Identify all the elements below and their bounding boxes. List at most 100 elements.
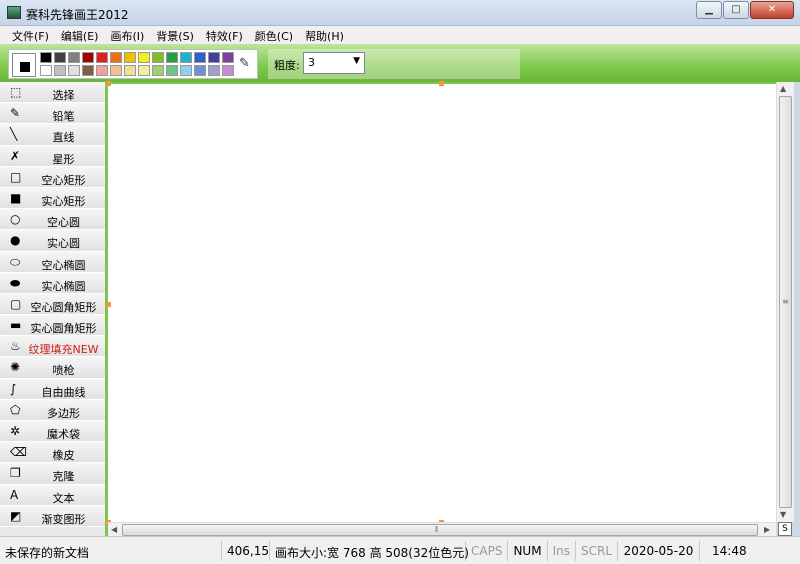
tool-label: 铅笔 xyxy=(52,110,75,124)
status-ins: Ins xyxy=(548,540,576,561)
color-swatch[interactable] xyxy=(110,65,122,76)
color-swatch[interactable] xyxy=(40,65,52,76)
color-swatch[interactable] xyxy=(222,65,234,76)
color-swatch[interactable] xyxy=(110,52,122,63)
tool-magic-bag[interactable]: ✲ 魔术袋 xyxy=(0,421,105,443)
color-swatch[interactable] xyxy=(152,52,164,63)
vertical-scrollbar[interactable]: ▲ ≡ ▼ xyxy=(776,82,794,522)
tool-pencil[interactable]: ✎ 铅笔 xyxy=(0,103,105,125)
tool-free-curve[interactable]: ∫ 自由曲线 xyxy=(0,378,105,400)
tool-spray[interactable]: ✺ 喷枪 xyxy=(0,357,105,379)
color-swatch[interactable] xyxy=(82,52,94,63)
color-swatch[interactable] xyxy=(180,65,192,76)
status-num: NUM xyxy=(508,540,548,561)
color-swatch[interactable] xyxy=(54,52,66,63)
close-button[interactable]: ✕ xyxy=(750,1,794,19)
tool-star[interactable]: ✗ 星形 xyxy=(0,145,105,167)
menu-bar: 文件(F) 编辑(E) 画布(I) 背景(S) 特效(F) 颜色(C) 帮助(H… xyxy=(0,26,800,44)
color-swatch[interactable] xyxy=(180,52,192,63)
tool-label: 直线 xyxy=(52,131,75,145)
thickness-label: 粗度: xyxy=(274,59,300,72)
tool-label: 空心椭圆 xyxy=(41,258,86,272)
tool-label: 魔术袋 xyxy=(47,428,80,441)
color-swatch[interactable] xyxy=(166,52,178,63)
color-swatch[interactable] xyxy=(152,65,164,76)
tool-hollow-round-rect[interactable]: ▢ 空心圆角矩形 xyxy=(0,293,105,316)
color-swatch[interactable] xyxy=(208,65,220,76)
tool-select[interactable]: ⬚ 选择 xyxy=(0,82,105,104)
tool-hollow-ellipse[interactable]: ⬭ 空心椭圆 xyxy=(0,251,105,273)
scroll-corner-button[interactable]: S xyxy=(778,522,792,536)
color-swatch[interactable] xyxy=(194,65,206,76)
tool-gradient-shape[interactable]: ◩ 渐变图形 xyxy=(0,505,105,527)
tool-label: 纹理填充NEW xyxy=(28,343,99,357)
color-swatch[interactable] xyxy=(138,52,150,63)
menu-effects[interactable]: 特效(F) xyxy=(200,26,249,44)
tool-line[interactable]: ╲ 直线 xyxy=(0,124,105,146)
tool-label: 渐变图形 xyxy=(41,512,86,526)
eyedropper-icon[interactable]: ✎ xyxy=(239,56,255,72)
grip-icon: ⦀ xyxy=(435,525,439,534)
thickness-value: 3 xyxy=(308,56,315,69)
chevron-down-icon: ▼ xyxy=(353,56,360,66)
resize-handle-top[interactable] xyxy=(439,81,444,86)
color-swatch[interactable] xyxy=(40,52,52,63)
horizontal-scroll-thumb[interactable]: ⦀ xyxy=(122,524,758,536)
resize-handle-left[interactable] xyxy=(106,302,111,307)
tool-clone[interactable]: ❐ 克隆 xyxy=(0,463,105,485)
toolbar: ✎ 粗度: 3 ▼ xyxy=(0,44,800,82)
color-swatch[interactable] xyxy=(138,65,150,76)
horizontal-scrollbar[interactable]: ◀ ⦀ ▶ xyxy=(108,522,776,536)
thickness-select[interactable]: 3 ▼ xyxy=(303,52,365,74)
menu-file[interactable]: 文件(F) xyxy=(6,26,55,44)
tool-solid-circle[interactable]: ● 实心圆 xyxy=(0,230,105,252)
resize-handle-top-left[interactable] xyxy=(106,81,111,86)
status-date: 2020-05-20 xyxy=(618,540,701,561)
maximize-button[interactable]: □ xyxy=(723,1,749,19)
color-swatch[interactable] xyxy=(96,52,108,63)
color-swatch[interactable] xyxy=(82,65,94,76)
tool-solid-round-rect[interactable]: ▬ 实心圆角矩形 xyxy=(0,315,105,337)
menu-help[interactable]: 帮助(H) xyxy=(299,26,350,44)
color-palette: ✎ xyxy=(8,49,258,79)
tool-label: 实心圆 xyxy=(47,237,80,251)
window-title: 赛科先锋画王2012 xyxy=(26,8,129,22)
tool-polygon[interactable]: ⬠ 多边形 xyxy=(0,399,105,421)
menu-edit[interactable]: 编辑(E) xyxy=(55,26,105,44)
color-swatch[interactable] xyxy=(166,65,178,76)
color-swatch[interactable] xyxy=(68,65,80,76)
color-swatch[interactable] xyxy=(54,65,66,76)
status-bar: 未保存的新文档 406,15 画布大小:宽 768 高 508(32位色元) C… xyxy=(0,536,800,564)
color-swatch[interactable] xyxy=(124,52,136,63)
minimize-button[interactable]: ▁ xyxy=(696,1,722,19)
tool-solid-rect[interactable]: ■ 实心矩形 xyxy=(0,187,105,210)
status-caps: CAPS xyxy=(466,540,509,561)
tool-label: 空心圆角矩形 xyxy=(30,300,97,314)
vertical-scroll-thumb[interactable]: ≡ xyxy=(779,96,792,508)
color-swatch[interactable] xyxy=(124,65,136,76)
status-document: 未保存的新文档 xyxy=(0,540,222,561)
color-swatch[interactable] xyxy=(222,52,234,63)
scroll-left-icon[interactable]: ◀ xyxy=(111,525,117,534)
drawing-canvas[interactable] xyxy=(106,81,776,525)
current-foreground-color[interactable] xyxy=(20,62,30,72)
tool-solid-ellipse[interactable]: ⬬ 实心椭圆 xyxy=(0,272,105,294)
tool-hollow-rect[interactable]: □ 空心矩形 xyxy=(0,166,105,188)
menu-background[interactable]: 背景(S) xyxy=(150,26,200,44)
scroll-down-icon[interactable]: ▼ xyxy=(780,510,786,519)
tool-eraser[interactable]: ⌫ 橡皮 xyxy=(0,442,105,464)
status-coords: 406,15 xyxy=(222,540,270,561)
tool-hollow-circle[interactable]: ○ 空心圆 xyxy=(0,209,105,231)
color-swatch[interactable] xyxy=(194,52,206,63)
color-swatch[interactable] xyxy=(68,52,80,63)
color-swatch[interactable] xyxy=(96,65,108,76)
tool-label: 选择 xyxy=(52,89,75,102)
scroll-right-icon[interactable]: ▶ xyxy=(764,525,770,534)
scroll-up-icon[interactable]: ▲ xyxy=(780,84,786,93)
tool-texture-fill[interactable]: ♨ 纹理填充NEW xyxy=(0,336,105,358)
current-background-color[interactable] xyxy=(12,53,36,77)
menu-canvas[interactable]: 画布(I) xyxy=(104,26,150,44)
tool-text[interactable]: A 文本 xyxy=(0,484,105,506)
color-swatch[interactable] xyxy=(208,52,220,63)
menu-color[interactable]: 颜色(C) xyxy=(249,26,299,44)
